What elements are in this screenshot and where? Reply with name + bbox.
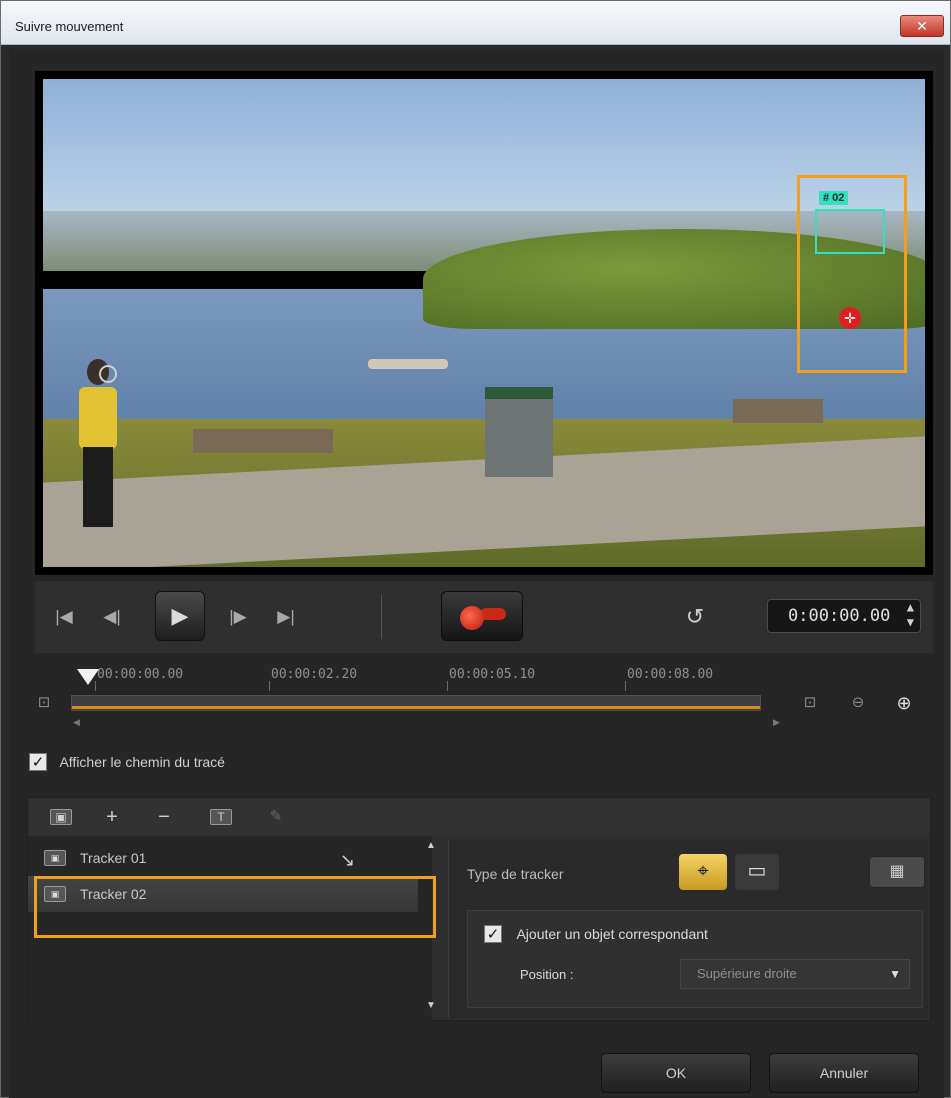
- tracker-settings: Type de tracker ⌖ ▭ ▦ ✓ Ajouter un objet…: [448, 840, 928, 1018]
- dialog-body: # 02 ✛ |◀ ◀| ▶ |▶ ▶| ↺ 0:00:00.00 ▲ ▼ 00…: [9, 49, 944, 1098]
- window-title: Suivre mouvement: [15, 19, 124, 34]
- tracker-02-label: # 02: [819, 191, 849, 205]
- timecode-field[interactable]: 0:00:00.00 ▲ ▼: [767, 599, 921, 633]
- scene-sky: [43, 79, 925, 229]
- cancel-button[interactable]: Annuler: [769, 1053, 919, 1093]
- transport-bar: |◀ ◀| ▶ |▶ ▶| ↺ 0:00:00.00 ▲ ▼: [35, 581, 933, 653]
- show-path-checkbox[interactable]: ✓: [29, 753, 47, 771]
- record-icon: [460, 606, 484, 630]
- ruler-tick: [269, 681, 270, 691]
- tracker-02-region[interactable]: [815, 209, 885, 254]
- tracker-icon[interactable]: ▣: [50, 809, 72, 825]
- close-button[interactable]: ✕: [900, 15, 944, 37]
- timeline-scroll-left-icon[interactable]: ◀: [73, 717, 80, 728]
- zoom-out-icon[interactable]: ⊖: [847, 693, 869, 713]
- rename-tracker-icon[interactable]: T: [210, 809, 232, 825]
- path-icon: ↘: [340, 850, 356, 870]
- ruler-tick-label: 00:00:05.10: [449, 667, 536, 682]
- zoom-in-icon[interactable]: ⊕: [893, 693, 915, 713]
- previous-frame-icon[interactable]: ◀|: [97, 605, 127, 629]
- video-preview: # 02 ✛: [35, 71, 933, 575]
- timeline-progress: [72, 706, 760, 709]
- tracker-type-label: Type de tracker: [467, 866, 564, 882]
- selected-tracker-highlight: [34, 876, 436, 938]
- go-to-start-icon[interactable]: |◀: [49, 605, 79, 629]
- timeline: 00:00:00.00 00:00:02.20 00:00:05.10 00:0…: [9, 659, 944, 739]
- ruler-tick: [625, 681, 626, 691]
- tracker-02-highlight: [797, 175, 907, 373]
- timecode-value: 0:00:00.00: [788, 606, 891, 626]
- show-path-option[interactable]: ✓ Afficher le chemin du tracé: [29, 753, 225, 777]
- remove-tracker-icon[interactable]: −: [152, 806, 176, 828]
- area-tracker-button[interactable]: ▭: [735, 854, 779, 890]
- track-motion-button[interactable]: [441, 591, 523, 641]
- ruler-tick: [447, 681, 448, 691]
- playhead-handle[interactable]: [77, 669, 99, 685]
- add-object-option[interactable]: ✓ Ajouter un objet correspondant: [484, 925, 708, 943]
- add-tracker-icon[interactable]: +: [100, 806, 124, 828]
- chevron-down-icon: ▼: [889, 967, 901, 981]
- scene-person: [73, 359, 121, 539]
- mark-in-icon[interactable]: ⊡: [33, 693, 55, 713]
- transport-divider: [381, 595, 382, 639]
- tracker-02-point[interactable]: ✛: [839, 307, 861, 329]
- history-icon[interactable]: ↺: [681, 603, 709, 631]
- go-to-end-icon[interactable]: ▶|: [271, 605, 301, 629]
- add-object-label: Ajouter un objet correspondant: [516, 926, 708, 942]
- tracker-toolbar: ▣ + − T ✎: [28, 798, 930, 836]
- ruler-tick-label: 00:00:00.00: [97, 667, 184, 682]
- ok-button[interactable]: OK: [601, 1053, 751, 1093]
- scene-boat: [368, 359, 448, 369]
- list-scroll-up-icon[interactable]: ▲: [426, 840, 436, 851]
- ruler-tick-label: 00:00:08.00: [627, 667, 714, 682]
- next-frame-icon[interactable]: |▶: [223, 605, 253, 629]
- show-path-label: Afficher le chemin du tracé: [59, 754, 225, 770]
- scene-bench-right: [733, 399, 823, 423]
- timeline-scrubber[interactable]: [71, 695, 761, 711]
- tracker-panel: ▣ + − T ✎ ▣ Tracker 01 ↘ ▣ Tracker 02 ▲ …: [27, 797, 931, 1022]
- position-label: Position :: [520, 967, 574, 982]
- add-object-checkbox[interactable]: ✓: [484, 925, 502, 943]
- title-bar: Suivre mouvement ✕: [1, 1, 950, 45]
- tracker-name: Tracker 01: [80, 850, 147, 866]
- position-value: Supérieure droite: [697, 966, 797, 981]
- point-tracker-button[interactable]: ⌖: [679, 854, 727, 890]
- ruler-tick-label: 00:00:02.20: [271, 667, 358, 682]
- tracker-list-item[interactable]: ▣ Tracker 01: [28, 840, 418, 876]
- list-scroll-down-icon[interactable]: ▼: [426, 1000, 436, 1011]
- play-button[interactable]: ▶: [155, 591, 205, 641]
- tracker-01-point[interactable]: [99, 365, 117, 383]
- video-frame[interactable]: # 02 ✛: [43, 79, 925, 567]
- scene-trash-bin: [485, 387, 553, 477]
- edit-tracker-icon: ✎: [269, 808, 283, 825]
- tracker-icon: ▣: [44, 850, 66, 866]
- timecode-spinner-icon[interactable]: ▲ ▼: [907, 600, 914, 630]
- mosaic-button[interactable]: ▦: [869, 856, 925, 888]
- mark-out-icon[interactable]: ⊡: [799, 693, 821, 713]
- suivre-mouvement-dialog: Suivre mouvement ✕ # 02 ✛ |◀ ◀| ▶ |▶ ▶| …: [0, 0, 951, 1098]
- timeline-scroll-right-icon[interactable]: ▶: [773, 717, 780, 728]
- match-object-group: ✓ Ajouter un objet correspondant Positio…: [467, 910, 923, 1008]
- position-dropdown[interactable]: Supérieure droite ▼: [680, 959, 910, 989]
- scene-bench-left: [193, 429, 333, 453]
